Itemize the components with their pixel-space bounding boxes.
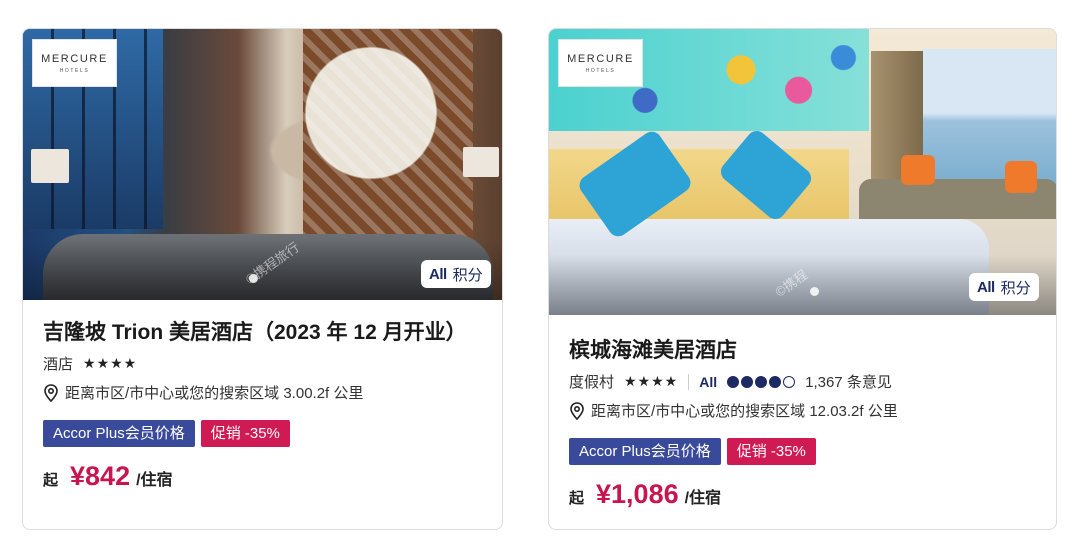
carousel-dot[interactable]	[810, 287, 819, 296]
brand-logo-name: MERCURE	[41, 52, 108, 65]
points-label: 积分	[452, 266, 483, 284]
photo-cushion	[901, 155, 935, 185]
price-amount: ¥1,086	[596, 479, 679, 509]
hotel-photo[interactable]: ©携程 MERCURE HOTELS All 积分	[549, 29, 1056, 315]
promo-tag: 促销 -35%	[200, 420, 290, 447]
hotel-meta: 度假村 ★★★★ All 1,367 条意见	[569, 371, 1040, 392]
brand-logo-sub: HOTELS	[59, 67, 90, 74]
price-row: 起 ¥1,086 /住宿	[569, 479, 1040, 510]
brand-logo-name: MERCURE	[567, 52, 634, 65]
photo-mural	[303, 29, 473, 239]
hotel-card[interactable]: ©携程旅行 MERCURE HOTELS All 积分 吉隆坡 Trion 美居…	[22, 28, 503, 530]
points-label: 积分	[1000, 279, 1031, 297]
score-dot-filled	[769, 375, 782, 388]
member-price-tag: Accor Plus会员价格	[43, 420, 195, 447]
brand-logo: MERCURE HOTELS	[32, 39, 117, 87]
photo-lamp	[31, 149, 69, 183]
star-rating-icon: ★★★★	[83, 355, 138, 371]
photo-cushion	[1005, 161, 1037, 193]
all-logo-icon: All	[977, 278, 995, 296]
member-price-tag: Accor Plus会员价格	[569, 438, 721, 465]
hotel-type: 度假村	[569, 374, 615, 391]
tags: Accor Plus会员价格 促销 -35%	[569, 438, 1040, 465]
score-dot-filled	[755, 375, 768, 388]
price-from: 起	[43, 472, 59, 489]
hotel-name[interactable]: 吉隆坡 Trion 美居酒店（2023 年 12 月开业）	[43, 319, 486, 347]
brand-logo: MERCURE HOTELS	[558, 39, 643, 87]
card-body: 吉隆坡 Trion 美居酒店（2023 年 12 月开业） 酒店 ★★★★ 距离…	[43, 319, 486, 492]
all-rating-logo-icon: All	[699, 373, 718, 390]
card-body: 槟城海滩美居酒店 度假村 ★★★★ All 1,367 条意见 距离市区/市中心…	[569, 337, 1040, 510]
distance: 距离市区/市中心或您的搜索区域 3.00.2f 公里	[43, 382, 486, 403]
score-dot-empty	[783, 375, 796, 388]
price-amount: ¥842	[70, 461, 131, 491]
hotel-meta: 酒店 ★★★★	[43, 353, 486, 374]
hotel-photo[interactable]: ©携程旅行 MERCURE HOTELS All 积分	[23, 29, 502, 300]
all-logo-icon: All	[429, 265, 447, 283]
points-badge: All 积分	[969, 273, 1039, 301]
divider	[688, 373, 690, 390]
location-pin-icon	[570, 401, 584, 420]
hotel-name[interactable]: 槟城海滩美居酒店	[569, 337, 1040, 365]
distance-text: 距离市区/市中心或您的搜索区域 3.00.2f 公里	[65, 385, 364, 402]
price-row: 起 ¥842 /住宿	[43, 461, 486, 492]
hotel-type: 酒店	[43, 356, 74, 373]
distance-text: 距离市区/市中心或您的搜索区域 12.03.2f 公里	[591, 403, 898, 420]
star-rating-icon: ★★★★	[624, 373, 679, 389]
distance: 距离市区/市中心或您的搜索区域 12.03.2f 公里	[569, 400, 1040, 421]
hotel-card[interactable]: ©携程 MERCURE HOTELS All 积分 槟城海滩美居酒店 度假村 ★…	[548, 28, 1057, 530]
location-pin-icon	[44, 383, 58, 402]
review-score-dots	[727, 375, 796, 388]
carousel-dot[interactable]	[249, 274, 258, 283]
price-unit: /住宿	[684, 490, 722, 507]
score-dot-filled	[727, 375, 740, 388]
price-unit: /住宿	[136, 472, 173, 489]
review-count[interactable]: 1,367 条意见	[805, 371, 892, 392]
tags: Accor Plus会员价格 促销 -35%	[43, 420, 486, 447]
photo-lamp	[463, 147, 499, 177]
points-badge: All 积分	[421, 260, 491, 288]
brand-logo-sub: HOTELS	[585, 67, 616, 74]
score-dot-filled	[741, 375, 754, 388]
promo-tag: 促销 -35%	[726, 438, 816, 465]
price-from: 起	[569, 490, 585, 507]
